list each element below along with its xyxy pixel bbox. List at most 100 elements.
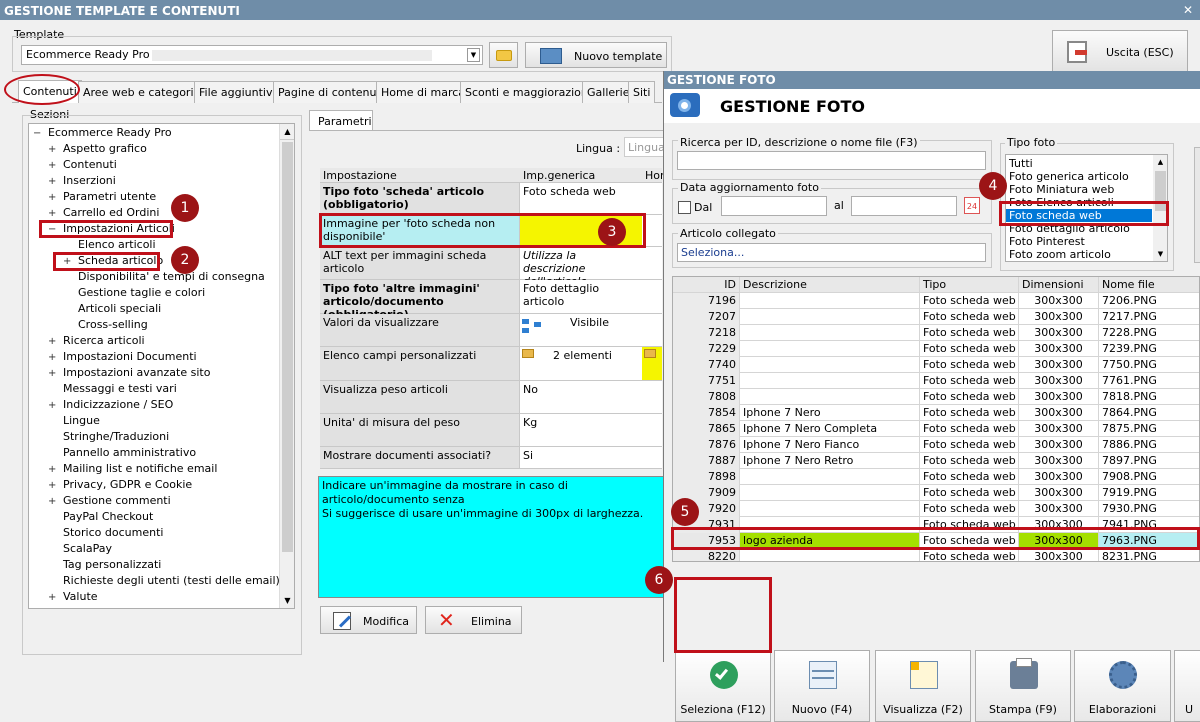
tree-item[interactable]: + Ricerca articoli: [48, 334, 145, 350]
tab-file-aggiuntivi[interactable]: File aggiuntivi: [194, 81, 281, 103]
tab-parametri[interactable]: Parametri: [309, 110, 373, 131]
dal-checkbox[interactable]: [678, 201, 691, 214]
tree-item[interactable]: + Impostazioni Documenti: [48, 350, 197, 366]
scroll-up-icon[interactable]: ▲: [1153, 155, 1167, 169]
expand-icon[interactable]: +: [48, 176, 57, 187]
close-icon[interactable]: ✕: [1180, 3, 1196, 17]
tree-item[interactable]: + Contenuti: [48, 158, 117, 174]
photos-grid[interactable]: ID Descrizione Tipo Dimensioni Nome file…: [672, 276, 1200, 562]
tab-sconti[interactable]: Sconti e maggiorazioni: [460, 81, 596, 103]
tree-item[interactable]: Articoli speciali: [63, 302, 161, 318]
expand-icon[interactable]: +: [48, 400, 57, 411]
param-row[interactable]: Tipo foto 'altre immagini' articolo/docu…: [320, 280, 662, 321]
collapse-icon[interactable]: −: [33, 128, 42, 139]
param-row[interactable]: Tipo foto 'scheda' articolo (obbligatori…: [320, 183, 662, 215]
tree-item[interactable]: + Gestione commenti: [48, 494, 171, 510]
expand-icon[interactable]: +: [48, 368, 57, 379]
expand-icon[interactable]: +: [48, 480, 57, 491]
new-template-button[interactable]: Nuovo template: [525, 42, 667, 68]
expand-icon[interactable]: +: [48, 352, 57, 363]
calendar-icon[interactable]: 24: [964, 197, 980, 214]
tree-item[interactable]: + Inserzioni: [48, 174, 116, 190]
type-option[interactable]: Foto Pinterest: [1006, 235, 1152, 248]
table-row[interactable]: 7751 Foto scheda web 300x300 7761.PNG: [673, 373, 1199, 389]
tree-scrollbar[interactable]: ▲ ▼: [279, 124, 294, 608]
print-button[interactable]: Stampa (F9): [975, 650, 1071, 722]
tree-item[interactable]: + Privacy, GDPR e Cookie: [48, 478, 192, 494]
expand-icon[interactable]: +: [48, 192, 57, 203]
linked-article-select[interactable]: Seleziona...: [677, 243, 986, 262]
tab-home-marca[interactable]: Home di marca: [376, 81, 471, 103]
tree-item[interactable]: + Mailing list e notifiche email: [48, 462, 217, 478]
template-select[interactable]: Ecommerce Ready Pro ▼: [21, 45, 483, 65]
expand-icon[interactable]: +: [48, 592, 57, 603]
table-row[interactable]: 7808 Foto scheda web 300x300 7818.PNG: [673, 389, 1199, 405]
table-row[interactable]: 7196 Foto scheda web 300x300 7206.PNG: [673, 293, 1199, 309]
expand-icon[interactable]: +: [48, 464, 57, 475]
tree-item[interactable]: − Ecommerce Ready Pro: [33, 126, 172, 142]
extra-button[interactable]: U: [1174, 650, 1200, 722]
search-input[interactable]: [677, 151, 986, 170]
table-row[interactable]: 7207 Foto scheda web 300x300 7217.PNG: [673, 309, 1199, 325]
date-from-input[interactable]: [721, 196, 827, 216]
expand-icon[interactable]: +: [48, 208, 57, 219]
tree-item[interactable]: + Indicizzazione / SEO: [48, 398, 173, 414]
table-row[interactable]: 7740 Foto scheda web 300x300 7750.PNG: [673, 357, 1199, 373]
param-value[interactable]: Foto dettaglio articolo: [520, 280, 642, 313]
table-row[interactable]: 7218 Foto scheda web 300x300 7228.PNG: [673, 325, 1199, 341]
param-row[interactable]: Unita' di misura del peso Kg: [320, 414, 662, 447]
tab-pagine-contenuti[interactable]: Pagine di contenuti: [273, 81, 389, 103]
scroll-down-icon[interactable]: ▼: [280, 593, 294, 608]
tree-item[interactable]: Richieste degli utenti (testi delle emai…: [48, 574, 280, 590]
tree-item[interactable]: Pannello amministrativo: [48, 446, 196, 462]
sections-tree[interactable]: − Ecommerce Ready Pro + Aspetto grafico + Con…: [28, 123, 295, 609]
expand-icon[interactable]: +: [48, 144, 57, 155]
folder-button[interactable]: [489, 42, 518, 68]
tab-gallerie[interactable]: Gallerie: [582, 81, 635, 103]
exit-button[interactable]: Uscita (ESC): [1052, 30, 1188, 72]
table-row[interactable]: 8220 Foto scheda web 300x300 8231.PNG: [673, 549, 1199, 561]
param-value[interactable]: Visibile: [520, 314, 642, 346]
table-row[interactable]: 7920 Foto scheda web 300x300 7930.PNG: [673, 501, 1199, 517]
param-value[interactable]: No: [520, 381, 642, 413]
date-to-input[interactable]: [851, 196, 957, 216]
param-value[interactable]: 2 elementi: [520, 347, 642, 380]
table-row[interactable]: 7887 Iphone 7 Nero Retro Foto scheda web 30…: [673, 453, 1199, 469]
lingua-select[interactable]: Lingua: [624, 137, 665, 157]
type-option[interactable]: Foto Miniatura web: [1006, 183, 1152, 196]
table-row[interactable]: 7876 Iphone 7 Nero Fianco Foto scheda web 3…: [673, 437, 1199, 453]
expand-icon[interactable]: +: [48, 496, 57, 507]
chevron-down-icon[interactable]: ▼: [467, 48, 480, 62]
param-row[interactable]: Valori da visualizzare Visibile: [320, 314, 662, 347]
tree-item[interactable]: Cross-selling: [63, 318, 148, 334]
param-value[interactable]: Utilizza la descrizione dell'articolo: [520, 247, 642, 288]
expand-icon[interactable]: +: [48, 336, 57, 347]
tree-item[interactable]: + Aspetto grafico: [48, 142, 147, 158]
tree-item[interactable]: Storico documenti: [48, 526, 163, 542]
tab-siti[interactable]: Siti: [628, 81, 656, 103]
tree-item[interactable]: Tag personalizzati: [48, 558, 161, 574]
tree-scroll-thumb[interactable]: [282, 142, 293, 552]
tree-item[interactable]: Messaggi e testi vari: [48, 382, 177, 398]
new-button[interactable]: Nuovo (F4): [774, 650, 870, 722]
type-option[interactable]: Foto generica articolo: [1006, 170, 1152, 183]
scroll-down-icon[interactable]: ▼: [1153, 247, 1167, 261]
elaborations-button[interactable]: Elaborazioni: [1074, 650, 1171, 722]
param-row[interactable]: Mostrare documenti associati? Si: [320, 447, 662, 469]
param-row[interactable]: ALT text per immagini scheda articolo Ut…: [320, 247, 662, 288]
tab-aree-web[interactable]: Aree web e categorie: [78, 81, 206, 103]
table-row[interactable]: 7898 Foto scheda web 300x300 7908.PNG: [673, 469, 1199, 485]
table-row[interactable]: 7865 Iphone 7 Nero Completa Foto scheda we…: [673, 421, 1199, 437]
modify-button[interactable]: Modifica: [320, 606, 417, 634]
expand-icon[interactable]: +: [48, 160, 57, 171]
tree-item[interactable]: + Parametri utente: [48, 190, 156, 206]
tree-item[interactable]: + Valute: [48, 590, 98, 606]
param-value[interactable]: Foto scheda web: [520, 183, 642, 214]
tree-item[interactable]: Stringhe/Traduzioni: [48, 430, 169, 446]
tree-item[interactable]: Gestione taglie e colori: [63, 286, 205, 302]
table-row[interactable]: 7854 Iphone 7 Nero Foto scheda web 300x300 7…: [673, 405, 1199, 421]
table-row[interactable]: 7229 Foto scheda web 300x300 7239.PNG: [673, 341, 1199, 357]
param-value[interactable]: Si: [520, 447, 642, 468]
param-row[interactable]: Elenco campi personalizzati 2 elementi: [320, 347, 662, 381]
type-option[interactable]: Foto zoom articolo: [1006, 248, 1152, 261]
